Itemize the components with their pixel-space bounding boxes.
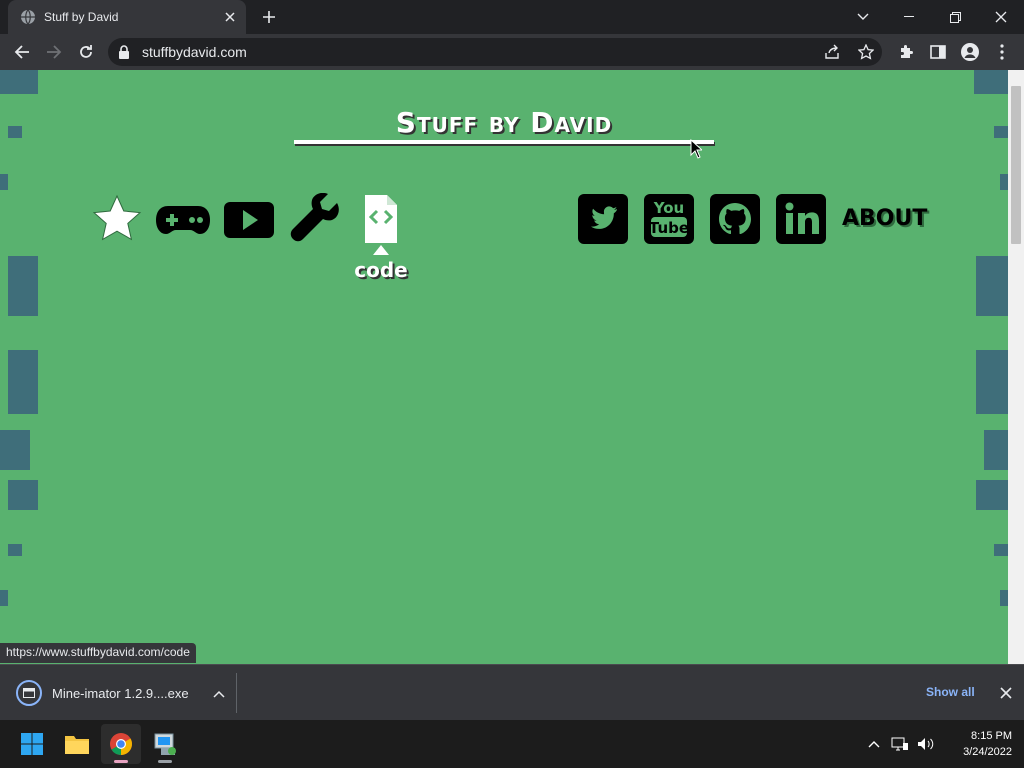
download-item[interactable]: Mine-imator 1.2.9....exe	[10, 673, 236, 713]
clock-time: 8:15 PM	[971, 730, 1012, 742]
reload-button[interactable]	[72, 38, 100, 66]
minimize-button[interactable]	[886, 0, 932, 34]
close-tab-icon[interactable]	[220, 7, 240, 27]
video-icon[interactable]	[222, 200, 276, 240]
chevron-up-tray-icon[interactable]	[864, 734, 884, 754]
volume-icon[interactable]	[916, 734, 936, 754]
download-filename: Mine-imator 1.2.9....exe	[52, 685, 189, 701]
code-file-icon[interactable]	[356, 192, 406, 258]
share-icon[interactable]	[822, 42, 842, 62]
forward-button[interactable]	[40, 38, 68, 66]
address-bar[interactable]: stuffbydavid.com	[108, 38, 882, 66]
twitter-icon[interactable]	[576, 192, 630, 246]
browser-tab[interactable]: Stuff by David	[8, 0, 246, 34]
running-indicator	[158, 760, 172, 763]
bookmark-star-icon[interactable]	[856, 42, 876, 62]
close-window-button[interactable]	[978, 0, 1024, 34]
title-divider	[294, 140, 714, 144]
download-shelf: Mine-imator 1.2.9....exe Show all	[0, 664, 1024, 720]
back-button[interactable]	[8, 38, 36, 66]
chevron-up-icon[interactable]	[213, 686, 225, 701]
youtube-tube-text: Tube	[649, 219, 689, 237]
tab-strip: Stuff by David	[0, 0, 1024, 34]
new-tab-button[interactable]	[258, 6, 280, 28]
star-icon[interactable]	[90, 192, 144, 246]
show-all-button[interactable]: Show all	[926, 685, 975, 699]
gamepad-icon[interactable]	[156, 200, 210, 240]
installer-app-icon[interactable]	[145, 724, 185, 764]
windows-taskbar: 8:15 PM 3/24/2022	[0, 720, 1024, 768]
status-link-preview: https://www.stuffbydavid.com/code	[0, 643, 196, 663]
mouse-cursor-icon	[690, 138, 704, 164]
exe-file-icon	[16, 680, 42, 706]
clock-date: 3/24/2022	[963, 746, 1012, 758]
tab-search-icon[interactable]	[840, 0, 886, 34]
download-separator	[236, 673, 237, 713]
taskbar-clock[interactable]: 8:15 PM 3/24/2022	[940, 728, 1012, 760]
restore-button[interactable]	[932, 0, 978, 34]
windows-start-icon[interactable]	[12, 724, 52, 764]
extensions-icon[interactable]	[894, 40, 918, 64]
lock-icon[interactable]	[118, 45, 130, 64]
code-label[interactable]: code	[346, 258, 416, 282]
profile-icon[interactable]	[958, 40, 982, 64]
menu-kebab-icon[interactable]	[990, 40, 1014, 64]
site-title[interactable]: Stuff by David	[294, 106, 714, 139]
browser-toolbar: stuffbydavid.com	[0, 34, 1024, 70]
about-link[interactable]: ABOUT	[842, 206, 927, 231]
scrollbar-thumb[interactable]	[1011, 86, 1021, 244]
youtube-you-text: You	[653, 199, 684, 217]
tab-title: Stuff by David	[44, 10, 119, 24]
close-download-shelf-icon[interactable]	[996, 683, 1016, 703]
linkedin-icon[interactable]	[774, 192, 828, 246]
github-icon[interactable]	[708, 192, 762, 246]
url-text: stuffbydavid.com	[142, 44, 247, 60]
page-viewport: Stuff by David code You Tube ABOUT https:…	[0, 70, 1008, 664]
wrench-icon[interactable]	[288, 192, 342, 246]
page-scrollbar[interactable]	[1008, 70, 1024, 664]
active-indicator	[114, 760, 128, 763]
file-explorer-icon[interactable]	[57, 724, 97, 764]
youtube-icon[interactable]: You Tube	[642, 192, 696, 246]
network-icon[interactable]	[890, 734, 910, 754]
globe-icon	[20, 9, 36, 25]
side-panel-icon[interactable]	[926, 40, 950, 64]
chrome-icon[interactable]	[101, 724, 141, 764]
